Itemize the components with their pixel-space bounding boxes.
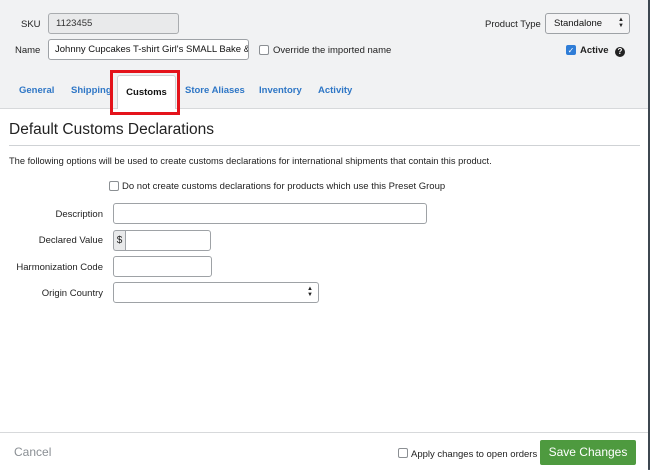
help-icon[interactable]: ?: [615, 47, 625, 57]
origin-country-select[interactable]: ▲ ▼: [113, 282, 319, 303]
no-declarations-label: Do not create customs declarations for p…: [122, 181, 446, 192]
product-type-value: Standalone: [554, 18, 603, 29]
no-declarations-checkbox[interactable]: [109, 181, 119, 191]
description-label: Description: [55, 209, 103, 220]
sku-label: SKU: [21, 19, 41, 30]
tab-activity[interactable]: Activity: [318, 85, 352, 96]
active-checkbox[interactable]: ✓: [566, 45, 576, 55]
section-divider: [9, 145, 640, 146]
name-input[interactable]: Johnny Cupcakes T-shirt Girl's SMALL Bak…: [48, 39, 249, 60]
apply-open-orders-label: Apply changes to open orders: [411, 449, 538, 460]
select-arrows-icon: ▲ ▼: [307, 286, 313, 298]
product-type-label: Product Type: [485, 19, 541, 30]
customs-tab-highlight: [110, 70, 180, 115]
override-name-checkbox[interactable]: [259, 45, 269, 55]
product-header: SKU 1123455 Name Johnny Cupcakes T-shirt…: [0, 0, 648, 109]
tab-general[interactable]: General: [19, 85, 54, 96]
tab-inventory[interactable]: Inventory: [259, 85, 302, 96]
override-name-label: Override the imported name: [273, 45, 392, 56]
select-arrows-icon: ▲ ▼: [618, 17, 624, 29]
name-label: Name: [15, 45, 41, 56]
save-changes-button[interactable]: Save Changes: [540, 440, 636, 465]
tab-store-aliases[interactable]: Store Aliases: [185, 85, 245, 96]
section-title: Default Customs Declarations: [9, 121, 215, 138]
info-text: The following options will be used to cr…: [9, 156, 492, 166]
product-type-select[interactable]: Standalone ▲ ▼: [545, 13, 630, 34]
harmonization-code-label: Harmonization Code: [16, 262, 103, 273]
declared-value-label: Declared Value: [38, 235, 103, 246]
modal-footer: Cancel Apply changes to open orders Save…: [0, 432, 648, 470]
harmonization-code-input[interactable]: [113, 256, 212, 277]
sku-field: 1123455: [48, 13, 179, 34]
active-label: Active: [580, 45, 609, 56]
cancel-button[interactable]: Cancel: [14, 445, 51, 459]
apply-open-orders-checkbox[interactable]: [398, 448, 408, 458]
currency-addon: $: [113, 230, 125, 251]
declared-value-input[interactable]: [125, 230, 211, 251]
description-input[interactable]: [113, 203, 427, 224]
origin-country-label: Origin Country: [41, 288, 103, 299]
product-edit-modal: SKU 1123455 Name Johnny Cupcakes T-shirt…: [0, 0, 650, 470]
tab-shipping[interactable]: Shipping: [71, 85, 112, 96]
